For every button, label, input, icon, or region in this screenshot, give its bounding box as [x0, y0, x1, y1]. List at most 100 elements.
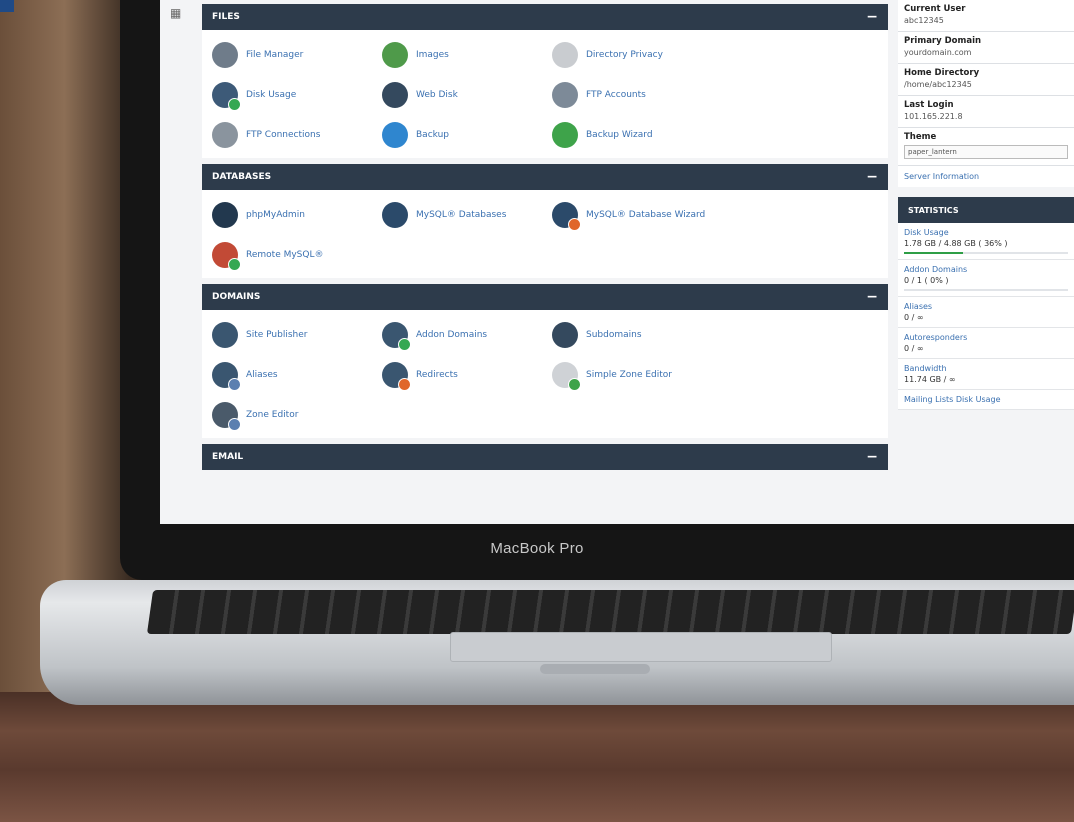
collapse-icon[interactable]: − [866, 450, 878, 464]
tool-item[interactable]: Remote MySQL® [212, 238, 382, 272]
stat-key: Autoresponders [904, 333, 968, 342]
tool-item[interactable]: Addon Domains [382, 318, 552, 352]
tool-item[interactable]: Backup [382, 118, 552, 152]
tool-item[interactable]: Aliases [212, 358, 382, 392]
main-panel: FILES − File Manager Images Directory Privac… [202, 4, 888, 470]
stat-value: 0 / ∞ [904, 313, 924, 322]
badge-icon [398, 378, 411, 391]
tool-icon [552, 42, 578, 68]
tool-item[interactable]: Site Publisher [212, 318, 382, 352]
tool-item[interactable]: MySQL® Databases [382, 198, 552, 232]
info-key: Home Directory [904, 68, 980, 78]
tool-label: Zone Editor [246, 410, 299, 420]
tool-icon [552, 82, 578, 108]
section-header-email[interactable]: EMAIL − [202, 444, 888, 470]
tool-icon [382, 322, 411, 351]
section-title: DOMAINS [212, 292, 261, 302]
tool-label: Backup Wizard [586, 130, 653, 140]
tool-item[interactable]: phpMyAdmin [212, 198, 382, 232]
tool-icon [382, 362, 411, 391]
info-row: Current User abc12345 [898, 0, 1074, 32]
stat-row[interactable]: Bandwidth 11.74 GB / ∞ [898, 359, 1074, 390]
tool-icon [552, 322, 578, 348]
tool-item[interactable]: Disk Usage [212, 78, 382, 112]
tool-item[interactable]: Zone Editor [212, 398, 382, 432]
tool-icon [212, 42, 238, 68]
stat-row[interactable]: Addon Domains 0 / 1 ( 0% ) [898, 260, 1074, 297]
section-header-files[interactable]: FILES − [202, 4, 888, 30]
tool-item[interactable]: MySQL® Database Wizard [552, 198, 722, 232]
theme-select[interactable]: paper_lantern [904, 145, 1068, 159]
info-key: Primary Domain [904, 36, 982, 46]
info-value: abc12345 [904, 16, 944, 25]
sidebar-general-info: Current User abc12345 Primary Domain yourdo… [898, 0, 1074, 410]
collapse-icon[interactable]: − [866, 10, 878, 24]
usage-bar [904, 289, 1068, 291]
grid-icon[interactable]: ▦ [170, 6, 186, 20]
stat-key: Disk Usage [904, 228, 949, 237]
section-header-domains[interactable]: DOMAINS − [202, 284, 888, 310]
section-title: EMAIL [212, 452, 244, 462]
tool-label: FTP Accounts [586, 90, 646, 100]
tool-item[interactable]: Redirects [382, 358, 552, 392]
stat-value: 11.74 GB / ∞ [904, 375, 956, 384]
tool-item[interactable]: Web Disk [382, 78, 552, 112]
tool-label: Web Disk [416, 90, 458, 100]
info-row: Primary Domain yourdomain.com [898, 32, 1074, 64]
tool-icon [552, 122, 578, 148]
stat-key: Bandwidth [904, 364, 947, 373]
tool-item[interactable]: FTP Accounts [552, 78, 722, 112]
stat-key: Mailing Lists Disk Usage [904, 395, 1001, 404]
tool-label: Remote MySQL® [246, 250, 324, 260]
tool-item[interactable]: Directory Privacy [552, 38, 722, 72]
tool-item[interactable]: File Manager [212, 38, 382, 72]
tool-item[interactable]: Backup Wizard [552, 118, 722, 152]
info-row: Last Login 101.165.221.8 [898, 96, 1074, 128]
section-title: DATABASES [212, 172, 272, 182]
theme-block: Theme paper_lantern [898, 128, 1074, 166]
tool-icon [212, 402, 241, 431]
tool-icon [382, 122, 408, 148]
badge-icon [228, 418, 241, 431]
tool-icon [382, 82, 408, 108]
stat-value: 0 / ∞ [904, 344, 924, 353]
tool-label: Subdomains [586, 330, 642, 340]
tool-label: Backup [416, 130, 449, 140]
tool-icon [552, 362, 581, 391]
tool-label: phpMyAdmin [246, 210, 305, 220]
tool-item[interactable]: Subdomains [552, 318, 722, 352]
stat-row[interactable]: Aliases 0 / ∞ [898, 297, 1074, 328]
trackpad [450, 632, 832, 662]
tool-label: Images [416, 50, 449, 60]
section-header-databases[interactable]: DATABASES − [202, 164, 888, 190]
stat-row[interactable]: Disk Usage 1.78 GB / 4.88 GB ( 36% ) [898, 223, 1074, 260]
usage-bar-fill [904, 252, 964, 254]
stat-value: 1.78 GB / 4.88 GB ( 36% ) [904, 239, 1008, 248]
section-body-files: File Manager Images Directory Privacy Disk … [202, 30, 888, 158]
wooden-table [0, 692, 1074, 822]
tool-label: MySQL® Database Wizard [586, 210, 706, 220]
collapse-icon[interactable]: − [866, 290, 878, 304]
tool-item[interactable]: FTP Connections [212, 118, 382, 152]
info-value: 101.165.221.8 [904, 112, 963, 121]
info-key: Current User [904, 4, 966, 14]
tool-label: Site Publisher [246, 330, 308, 340]
stat-row[interactable]: Mailing Lists Disk Usage [898, 390, 1074, 410]
collapse-icon[interactable]: − [866, 170, 878, 184]
info-key: Last Login [904, 100, 954, 110]
screen: ▦ FILES − File Manager Images Directory Priv… [160, 0, 1074, 524]
badge-icon [568, 378, 581, 391]
badge-icon [398, 338, 411, 351]
brand-label: MacBook Pro [490, 540, 584, 557]
tool-label: FTP Connections [246, 130, 321, 140]
tool-label: Directory Privacy [586, 50, 663, 60]
stat-key: Addon Domains [904, 265, 968, 274]
section-body-databases: phpMyAdmin MySQL® Databases MySQL® Databas… [202, 190, 888, 278]
server-information-link[interactable]: Server Information [898, 166, 1074, 187]
tool-icon [382, 42, 408, 68]
badge-icon [228, 378, 241, 391]
stat-row[interactable]: Autoresponders 0 / ∞ [898, 328, 1074, 359]
tool-item[interactable]: Images [382, 38, 552, 72]
tool-item[interactable]: Simple Zone Editor [552, 358, 722, 392]
tool-label: File Manager [246, 50, 304, 60]
